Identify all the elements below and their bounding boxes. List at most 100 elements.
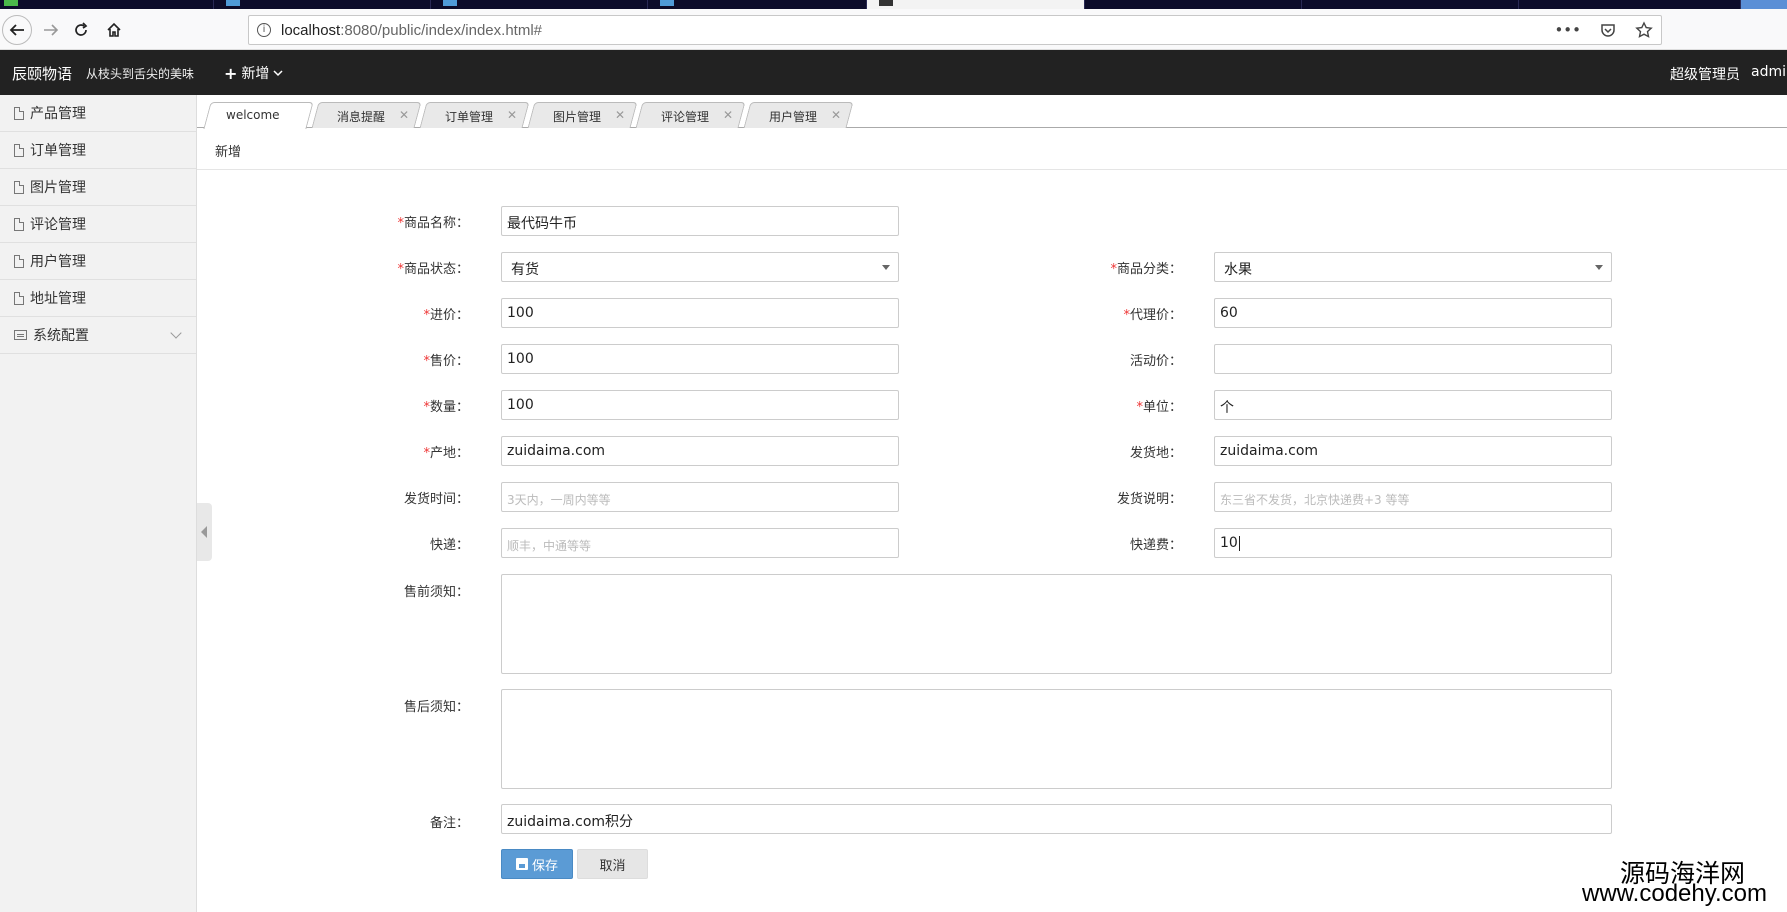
close-icon[interactable]: ✕ (507, 108, 517, 122)
ship-from-input[interactable]: zuidaima.com (1214, 436, 1612, 466)
field-label: *单位： (1136, 400, 1182, 415)
back-arrow-icon (9, 24, 24, 36)
browser-tab-active[interactable] (866, 0, 1084, 9)
app-header: 辰颐物语 从枝头到舌尖的美味 + 新增 超级管理员 admin (0, 50, 1787, 95)
unit-input[interactable]: 个 (1214, 390, 1612, 420)
forward-arrow-icon (44, 24, 59, 36)
close-icon[interactable]: ✕ (831, 108, 841, 122)
forward-button[interactable] (36, 15, 66, 45)
remark-input[interactable]: zuidaima.com积分 (501, 804, 1612, 834)
sidebar-item-label: 评论管理 (30, 217, 86, 233)
promo-price-input[interactable] (1214, 344, 1612, 374)
close-icon[interactable]: ✕ (723, 108, 733, 122)
document-icon (14, 180, 24, 194)
quantity-input[interactable]: 100 (501, 390, 899, 420)
watermark-url: www.codehy.com (1582, 880, 1767, 907)
sidebar-item-products[interactable]: 产品管理 (0, 95, 196, 132)
text-cursor (1238, 535, 1240, 551)
field-label: 发货说明： (1116, 492, 1182, 507)
url-text: localhost:8080/public/index/index.html# (281, 22, 542, 39)
favicon-icon (879, 0, 893, 6)
field-label: 快递： (429, 538, 469, 553)
browser-toolbar: i localhost:8080/public/index/index.html… (0, 9, 1787, 50)
presale-notes-textarea[interactable] (501, 574, 1612, 674)
sidebar-item-system-config[interactable]: 系统配置 (0, 317, 196, 354)
ship-note-input[interactable]: 东三省不发货，北京快递费+3 等等 (1214, 482, 1612, 512)
brand-slogan: 从枝头到舌尖的美味 (86, 67, 195, 81)
sidebar-item-addresses[interactable]: 地址管理 (0, 280, 196, 317)
agent-price-input[interactable]: 60 (1214, 298, 1612, 328)
field-label: 备注： (429, 816, 469, 831)
info-icon[interactable]: i (257, 23, 271, 37)
chevron-down-icon (170, 327, 182, 339)
browser-tab[interactable] (647, 0, 864, 9)
tab-label: 评论管理 (661, 110, 710, 124)
sidebar-collapse-handle[interactable] (197, 503, 212, 561)
sale-price-input[interactable]: 100 (501, 344, 899, 374)
back-button[interactable] (2, 15, 32, 45)
sidebar-item-label: 地址管理 (30, 291, 86, 307)
courier-input[interactable]: 顺丰，中通等等 (501, 528, 899, 558)
product-name-input[interactable]: 最代码牛币 (501, 206, 899, 236)
browser-tab[interactable] (1740, 0, 1787, 9)
tab-label: 用户管理 (769, 110, 818, 124)
user-name[interactable]: admin (1751, 64, 1787, 80)
plus-icon: + (224, 63, 238, 83)
field-label: *数量： (423, 400, 469, 415)
document-icon (14, 143, 24, 157)
browser-tab[interactable] (1301, 0, 1518, 9)
favicon-icon (4, 0, 18, 6)
tab-label: welcome (226, 108, 280, 122)
pocket-icon[interactable] (1599, 21, 1617, 39)
browser-tab-strip (0, 0, 1787, 9)
reload-icon (75, 22, 88, 36)
browser-tab[interactable] (1084, 0, 1301, 9)
tab-label: 消息提醒 (337, 110, 386, 124)
cancel-button[interactable]: 取消 (577, 849, 648, 879)
add-dropdown[interactable]: + 新增 (224, 63, 283, 83)
sidebar-item-orders[interactable]: 订单管理 (0, 132, 196, 169)
settings-panel-icon (14, 330, 27, 340)
field-label: *商品名称： (397, 216, 469, 231)
chevron-down-icon (273, 70, 283, 77)
sidebar-item-images[interactable]: 图片管理 (0, 169, 196, 206)
home-button[interactable] (99, 15, 129, 45)
cost-price-input[interactable]: 100 (501, 298, 899, 328)
document-icon (14, 106, 24, 120)
field-label: 发货地： (1129, 446, 1182, 461)
ship-time-input[interactable]: 3天内，一周内等等 (501, 482, 899, 512)
courier-fee-input[interactable]: 10 (1214, 528, 1612, 558)
category-select[interactable]: 水果 (1214, 252, 1612, 282)
sidebar: 产品管理 订单管理 图片管理 评论管理 用户管理 地址管理 系统配置 (0, 95, 197, 912)
browser-tab[interactable] (1518, 0, 1735, 9)
add-dropdown-label: 新增 (241, 66, 270, 82)
favicon-icon (443, 0, 457, 6)
reload-button[interactable] (66, 15, 96, 45)
field-label: 快递费： (1129, 538, 1182, 553)
origin-input[interactable]: zuidaima.com (501, 436, 899, 466)
browser-tab[interactable] (213, 0, 430, 9)
brand-name[interactable]: 辰颐物语 (12, 63, 72, 84)
floppy-disk-icon (515, 858, 528, 870)
browser-tab[interactable] (430, 0, 647, 9)
close-icon[interactable]: ✕ (615, 108, 625, 122)
home-icon (107, 22, 121, 37)
field-label: *商品分类： (1110, 262, 1182, 277)
field-label: 活动价： (1129, 354, 1182, 369)
page-tabs: welcome 消息提醒 ✕ 订单管理 ✕ 图片管理 ✕ 评论管理 ✕ 用户管理… (197, 95, 1787, 129)
sidebar-item-users[interactable]: 用户管理 (0, 243, 196, 280)
user-role[interactable]: 超级管理员 (1670, 64, 1740, 84)
save-button[interactable]: 保存 (501, 849, 573, 879)
sidebar-item-label: 产品管理 (30, 106, 86, 122)
product-status-select[interactable]: 有货 (501, 252, 899, 282)
sidebar-item-label: 图片管理 (30, 180, 86, 196)
sidebar-item-comments[interactable]: 评论管理 (0, 206, 196, 243)
aftersale-notes-textarea[interactable] (501, 689, 1612, 789)
field-label: *商品状态： (397, 262, 469, 277)
bookmark-star-icon[interactable] (1635, 21, 1653, 39)
close-icon[interactable]: ✕ (399, 108, 409, 122)
favicon-icon (660, 0, 674, 6)
address-bar[interactable]: i localhost:8080/public/index/index.html… (248, 15, 1662, 45)
more-actions-icon[interactable]: ••• (1554, 21, 1581, 39)
field-label: 售后须知： (403, 700, 469, 715)
